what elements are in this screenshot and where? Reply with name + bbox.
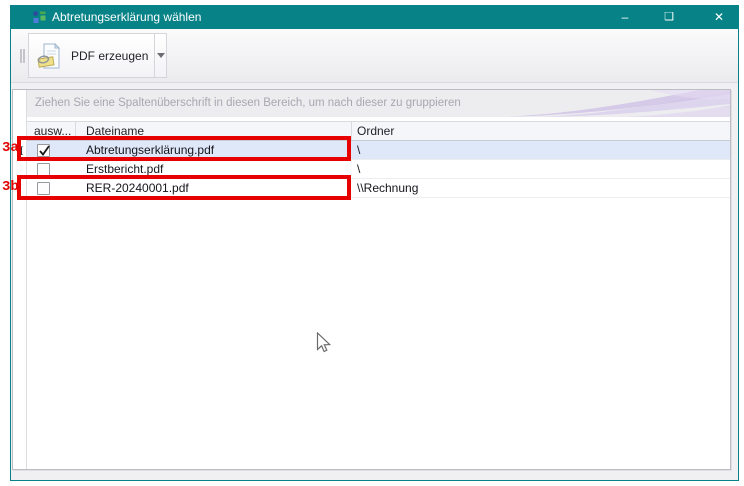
decorative-swoosh [500, 90, 730, 117]
ordner-cell: \ [352, 160, 730, 178]
annotation-box-3a [17, 136, 351, 161]
window-title: Abtretungserklärung wählen [52, 10, 201, 24]
pdf-erzeugen-button[interactable]: PDF erzeugen [29, 34, 154, 77]
screenshot-canvas: Abtretungserklärung wählen – ❑ ✕ [0, 0, 744, 486]
row-checkbox-unchecked[interactable] [37, 163, 50, 176]
ordner-cell: \\Rechnung [352, 179, 730, 197]
pdf-button-label: PDF erzeugen [71, 49, 148, 63]
caret-down-icon [157, 53, 165, 58]
group-panel-hint: Ziehen Sie eine Spaltenüberschrift in di… [35, 90, 461, 117]
titlebar: Abtretungserklärung wählen – ❑ ✕ [11, 6, 738, 29]
annotation-label-3a: 3a [2, 140, 19, 156]
annotation-box-3b [17, 175, 351, 200]
toolbar-grip[interactable] [20, 49, 25, 63]
group-by-panel[interactable]: Ziehen Sie eine Spaltenüberschrift in di… [27, 90, 730, 117]
pdf-button-group: PDF erzeugen [28, 33, 167, 78]
maximize-button[interactable]: ❑ [654, 6, 684, 29]
pdf-document-icon [37, 43, 63, 69]
mouse-cursor-icon [316, 332, 332, 354]
pdf-dropdown-button[interactable] [154, 34, 166, 77]
app-icon [33, 11, 46, 24]
annotation-label-3b: 3b [2, 179, 19, 195]
ordner-cell: \ [352, 141, 730, 159]
toolbar: PDF erzeugen [11, 29, 738, 83]
minimize-button[interactable]: – [610, 6, 640, 29]
column-header-ordner[interactable]: Ordner [352, 122, 730, 140]
close-button[interactable]: ✕ [704, 6, 734, 29]
